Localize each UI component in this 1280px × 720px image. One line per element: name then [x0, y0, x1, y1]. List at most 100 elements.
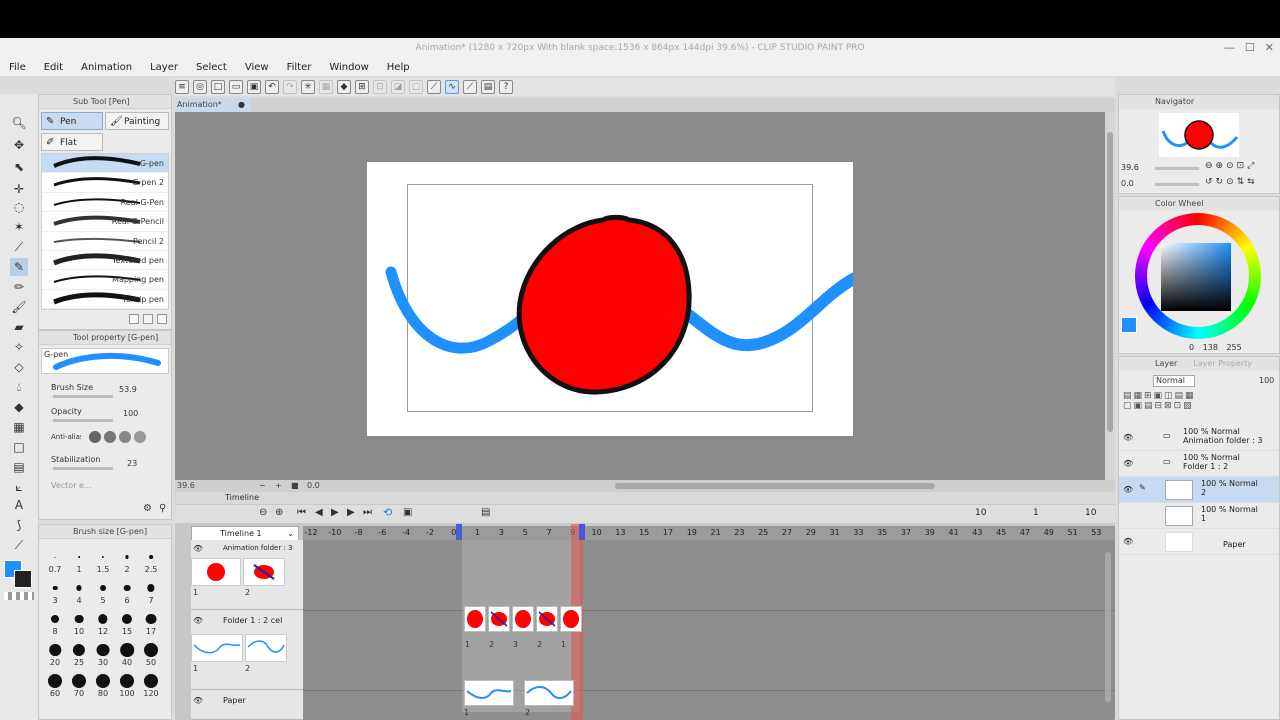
new-cel-icon[interactable]: ▤ [481, 507, 490, 518]
cel-thumb-wave-2[interactable] [245, 634, 287, 662]
green-value[interactable]: 138 [1203, 343, 1218, 352]
airbrush-icon[interactable]: ▰ [10, 318, 28, 336]
snap-ruler-icon[interactable]: ⟋ [427, 80, 441, 94]
tab-animation[interactable]: Animation* ● [175, 98, 251, 112]
balloon-icon[interactable]: ⟆ [10, 516, 28, 534]
undo-icon[interactable]: ↶ [265, 80, 279, 94]
prev-frame-icon[interactable]: ◀ [315, 507, 323, 518]
layer-row-1[interactable]: 100 % Normal 1 [1119, 503, 1279, 529]
eye-icon[interactable]: 👁︎ [1123, 485, 1133, 494]
brush-size-slider[interactable] [53, 395, 113, 398]
pencil-tool-icon[interactable]: ✏ [10, 278, 28, 296]
menu-icon[interactable]: ≡ [175, 80, 189, 94]
brush-size-preset[interactable]: 80 [91, 671, 115, 703]
tab-painting[interactable]: 🖌︎ Painting [105, 112, 169, 130]
menu-animation[interactable]: Animation [72, 62, 141, 73]
cel-frame[interactable] [536, 606, 558, 632]
frame-counter-a[interactable]: 1 [1033, 508, 1039, 518]
layer-property-tab[interactable]: Layer Property [1193, 359, 1252, 368]
eye-icon[interactable]: 👁︎ [1123, 459, 1133, 468]
blend-icon[interactable]: 💧︎ [10, 378, 28, 396]
snap-special-ruler-icon[interactable]: ∿ [445, 80, 459, 94]
tab-flat-marker[interactable]: ✐Flat marker [41, 133, 103, 166]
menu-file[interactable]: File [0, 62, 35, 73]
brush-size-preset[interactable]: 6 [115, 578, 139, 610]
deselect-icon[interactable]: ⊡ [373, 80, 387, 94]
brush-size-preset[interactable]: 25 [67, 640, 91, 672]
eye-icon[interactable]: 👁︎ [193, 616, 203, 625]
layer-row-folder-1[interactable]: 👁︎ ▭ 100 % Normal Folder 1 : 2 [1119, 451, 1279, 477]
ruler-icon[interactable]: ⟀ [10, 478, 28, 496]
brush-item[interactable]: G-pen 2 [42, 173, 168, 193]
timeline-tracks[interactable] [303, 540, 1115, 720]
brush-size-preset[interactable]: 15 [115, 609, 139, 641]
cel-wave-1[interactable] [464, 680, 514, 706]
brush-size-preset[interactable]: 1 [67, 547, 91, 579]
loop-icon[interactable]: ⟲ [383, 506, 392, 519]
canvas-page[interactable] [367, 162, 853, 436]
brush-item[interactable]: Pencil 2 [42, 232, 168, 251]
last-frame-icon[interactable]: ⏭︎ [363, 507, 372, 518]
fill-icon[interactable]: ◆ [337, 80, 351, 94]
duplicate-subtool-icon[interactable] [143, 314, 153, 325]
zoom-tool-icon[interactable]: 🔍︎ [10, 114, 28, 132]
eye-icon[interactable]: 👁︎ [193, 696, 203, 705]
operation-tool-icon[interactable]: ⬉ [10, 158, 28, 176]
brush-size-preset[interactable]: 50 [139, 640, 163, 672]
layer-tool-icons[interactable]: ▤▦⊞▣◫▤▦ [1123, 391, 1196, 401]
menu-help[interactable]: Help [378, 62, 419, 73]
eyedropper-icon[interactable]: ⟋ [10, 238, 28, 256]
zoom-readout[interactable]: 39.6 [177, 480, 195, 492]
sub-color-swatch[interactable] [14, 570, 32, 588]
first-frame-icon[interactable]: ⏮︎ [297, 507, 306, 518]
eraser-icon[interactable]: ◇ [10, 358, 28, 376]
blend-mode-select[interactable]: Normal [1153, 375, 1195, 387]
zoom-in-timeline-icon[interactable]: ⊕ [275, 507, 283, 518]
cel-frame[interactable] [488, 606, 510, 632]
navigator-angle-slider[interactable] [1155, 183, 1199, 186]
maximize-button[interactable]: ☐ [1245, 38, 1255, 58]
color-main-swatch[interactable] [1121, 317, 1137, 333]
add-subtool-icon[interactable] [129, 314, 139, 325]
stabilization-slider[interactable] [53, 467, 113, 470]
loading-icon[interactable]: ✳ [301, 80, 315, 94]
brush-size-preset[interactable]: 1.5 [91, 547, 115, 579]
brush-item[interactable]: Turnip pen [42, 290, 168, 310]
layer-row-2[interactable]: 👁︎ ✎ 100 % Normal 2 [1119, 477, 1279, 503]
fill-tool-icon[interactable]: ◆ [10, 398, 28, 416]
next-frame-icon[interactable]: ▶ [347, 507, 355, 518]
tab-close-icon[interactable]: ● [238, 98, 245, 112]
saturation-value-square[interactable] [1161, 243, 1231, 311]
brush-size-preset[interactable]: 2.5 [139, 547, 163, 579]
brush-size-preset[interactable]: 17 [139, 609, 163, 641]
layer-row-animation-folder[interactable]: 👁︎ ▭ 100 % Normal Animation folder : 3 [1119, 425, 1279, 451]
layer-tab[interactable]: Layer [1155, 359, 1177, 368]
transparent-swatch[interactable] [4, 592, 34, 600]
opacity-slider[interactable] [53, 419, 113, 422]
navigator-controls-icon[interactable]: ⊖⊕⊙⊡⤢ [1205, 161, 1257, 171]
play-icon[interactable]: ▶ [331, 507, 339, 518]
menu-layer[interactable]: Layer [141, 62, 187, 73]
minimize-button[interactable]: — [1224, 38, 1235, 58]
menu-view[interactable]: View [236, 62, 278, 73]
brush-tool-icon[interactable]: 🖌︎ [10, 298, 28, 316]
wrench-icon[interactable]: ⚙ [143, 503, 152, 514]
eye-icon[interactable]: 👁︎ [1123, 433, 1133, 442]
move-tool-icon[interactable]: ✥ [10, 136, 28, 154]
lasso-icon[interactable]: ◌ [10, 198, 28, 216]
navigator-angle[interactable]: 0.0 [1121, 179, 1134, 188]
eye-icon[interactable]: 👁︎ [1123, 537, 1133, 546]
cel-frame[interactable] [512, 606, 534, 632]
frame-counter-b[interactable]: 10 [1085, 508, 1096, 518]
clear-icon[interactable]: ▦ [319, 80, 333, 94]
pen-tool-icon[interactable]: ✎ [10, 258, 28, 276]
range-start-marker[interactable] [456, 524, 462, 540]
help-icon[interactable]: ? [499, 80, 513, 94]
clip-studio-icon[interactable]: ◎ [193, 80, 207, 94]
range-end-marker[interactable] [579, 524, 585, 540]
timeline-layer-folder-1[interactable]: 👁︎ Folder 1 : 2 cel 1 2 [191, 610, 303, 690]
settings-icon[interactable]: ▤ [481, 80, 495, 94]
frame-ruler[interactable]: -12-10-8-6-4-201357910131517192123252729… [303, 526, 1115, 540]
brush-item[interactable]: Real G-Pencil [42, 212, 168, 232]
brush-size-preset[interactable]: 8 [43, 609, 67, 641]
